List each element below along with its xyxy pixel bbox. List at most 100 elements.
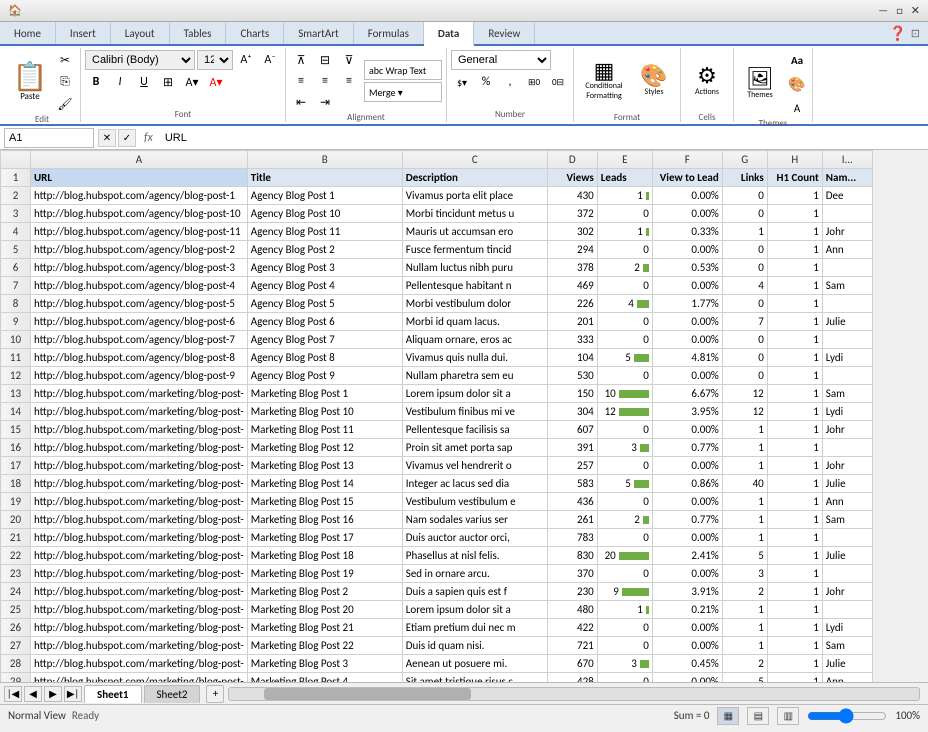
underline-button[interactable]: U bbox=[133, 72, 155, 92]
cell-row4-col1[interactable]: Agency Blog Post 11 bbox=[247, 223, 402, 241]
theme-color-btn[interactable]: 🎨 bbox=[786, 74, 808, 94]
cell-row25-col4[interactable]: 1 bbox=[597, 601, 652, 619]
cell-row12-col6[interactable]: 0 bbox=[722, 367, 767, 385]
cancel-formula-btn[interactable]: ✕ bbox=[98, 129, 116, 147]
formula-input[interactable] bbox=[161, 131, 924, 145]
cell-row29-col7[interactable]: 1 bbox=[767, 673, 822, 683]
cell-row21-col0[interactable]: http://blog.hubspot.com/marketing/blog-p… bbox=[31, 529, 248, 547]
cell-row9-col8[interactable]: Julie bbox=[822, 313, 872, 331]
cell-row7-col4[interactable]: 0 bbox=[597, 277, 652, 295]
cell-row16-col0[interactable]: http://blog.hubspot.com/marketing/blog-p… bbox=[31, 439, 248, 457]
cell-row14-col6[interactable]: 12 bbox=[722, 403, 767, 421]
format-painter-button[interactable]: 🖌 bbox=[54, 94, 76, 114]
font-name-select[interactable]: Calibri (Body) bbox=[85, 50, 195, 70]
cell-row24-col3[interactable]: 230 bbox=[547, 583, 597, 601]
cell-row23-col2[interactable]: Sed in ornare arcu. bbox=[402, 565, 547, 583]
page-layout-btn[interactable]: ▤ bbox=[747, 707, 769, 725]
cell-row6-col8[interactable] bbox=[822, 259, 872, 277]
cell-D1[interactable]: Views bbox=[547, 169, 597, 187]
cell-row6-col4[interactable]: 2 bbox=[597, 259, 652, 277]
cell-row16-col5[interactable]: 0.77% bbox=[652, 439, 722, 457]
cell-row19-col2[interactable]: Vestibulum vestibulum e bbox=[402, 493, 547, 511]
cell-C1[interactable]: Description bbox=[402, 169, 547, 187]
cell-row10-col1[interactable]: Agency Blog Post 7 bbox=[247, 331, 402, 349]
cell-row29-col6[interactable]: 5 bbox=[722, 673, 767, 683]
cell-row21-col4[interactable]: 0 bbox=[597, 529, 652, 547]
cell-row9-col6[interactable]: 7 bbox=[722, 313, 767, 331]
cell-row28-col8[interactable]: Julie bbox=[822, 655, 872, 673]
cell-row13-col5[interactable]: 6.67% bbox=[652, 385, 722, 403]
cell-row25-col1[interactable]: Marketing Blog Post 20 bbox=[247, 601, 402, 619]
cell-row9-col4[interactable]: 0 bbox=[597, 313, 652, 331]
cell-row11-col0[interactable]: http://blog.hubspot.com/agency/blog-post… bbox=[31, 349, 248, 367]
cell-row27-col4[interactable]: 0 bbox=[597, 637, 652, 655]
cell-reference-box[interactable] bbox=[4, 128, 94, 148]
cell-row24-col1[interactable]: Marketing Blog Post 2 bbox=[247, 583, 402, 601]
cell-row2-col3[interactable]: 430 bbox=[547, 187, 597, 205]
cell-F1[interactable]: View to Lead bbox=[652, 169, 722, 187]
cell-row18-col1[interactable]: Marketing Blog Post 14 bbox=[247, 475, 402, 493]
sheet-tab-sheet2[interactable]: Sheet2 bbox=[144, 685, 201, 703]
cell-G1[interactable]: Links bbox=[722, 169, 767, 187]
col-header-G[interactable]: G bbox=[722, 151, 767, 169]
tab-insert[interactable]: Insert bbox=[56, 22, 111, 44]
confirm-formula-btn[interactable]: ✓ bbox=[118, 129, 136, 147]
cell-row17-col6[interactable]: 1 bbox=[722, 457, 767, 475]
cell-row22-col7[interactable]: 1 bbox=[767, 547, 822, 565]
cell-row21-col6[interactable]: 1 bbox=[722, 529, 767, 547]
cell-row20-col5[interactable]: 0.77% bbox=[652, 511, 722, 529]
cell-row9-col2[interactable]: Morbi id quam lacus. bbox=[402, 313, 547, 331]
cell-row21-col7[interactable]: 1 bbox=[767, 529, 822, 547]
cell-row15-col0[interactable]: http://blog.hubspot.com/marketing/blog-p… bbox=[31, 421, 248, 439]
cell-row15-col7[interactable]: 1 bbox=[767, 421, 822, 439]
cell-row3-col3[interactable]: 372 bbox=[547, 205, 597, 223]
cell-row18-col5[interactable]: 0.86% bbox=[652, 475, 722, 493]
cell-row27-col1[interactable]: Marketing Blog Post 22 bbox=[247, 637, 402, 655]
cell-row12-col2[interactable]: Nullam pharetra sem eu bbox=[402, 367, 547, 385]
cell-row7-col2[interactable]: Pellentesque habitant n bbox=[402, 277, 547, 295]
cell-row23-col4[interactable]: 0 bbox=[597, 565, 652, 583]
cell-row28-col4[interactable]: 3 bbox=[597, 655, 652, 673]
copy-button[interactable]: ⎘ bbox=[54, 72, 76, 92]
cell-row4-col4[interactable]: 1 bbox=[597, 223, 652, 241]
align-left-btn[interactable]: ≡ bbox=[290, 71, 312, 91]
cell-B1[interactable]: Title bbox=[247, 169, 402, 187]
cell-row22-col3[interactable]: 830 bbox=[547, 547, 597, 565]
tab-layout[interactable]: Layout bbox=[111, 22, 170, 44]
sheet-area[interactable]: A B C D E F G H I... 1 URL Title Descrip… bbox=[0, 150, 928, 682]
cell-A1[interactable]: URL bbox=[31, 169, 248, 187]
styles-button[interactable]: 🎨 Styles bbox=[632, 50, 676, 112]
cell-row13-col6[interactable]: 12 bbox=[722, 385, 767, 403]
cell-row27-col5[interactable]: 0.00% bbox=[652, 637, 722, 655]
cell-row15-col6[interactable]: 1 bbox=[722, 421, 767, 439]
cell-row15-col4[interactable]: 0 bbox=[597, 421, 652, 439]
cell-row29-col2[interactable]: Sit amet tristique risus c bbox=[402, 673, 547, 683]
cell-row29-col1[interactable]: Marketing Blog Post 4 bbox=[247, 673, 402, 683]
cell-row23-col8[interactable] bbox=[822, 565, 872, 583]
tab-review[interactable]: Review bbox=[474, 22, 535, 44]
cell-row20-col4[interactable]: 2 bbox=[597, 511, 652, 529]
tab-formulas[interactable]: Formulas bbox=[354, 22, 424, 44]
cell-row8-col1[interactable]: Agency Blog Post 5 bbox=[247, 295, 402, 313]
cell-row6-col2[interactable]: Nullam luctus nibh puru bbox=[402, 259, 547, 277]
cell-row7-col5[interactable]: 0.00% bbox=[652, 277, 722, 295]
cell-row22-col8[interactable]: Julie bbox=[822, 547, 872, 565]
col-header-B[interactable]: B bbox=[247, 151, 402, 169]
cell-row29-col5[interactable]: 0.00% bbox=[652, 673, 722, 683]
cell-row20-col8[interactable]: Sam bbox=[822, 511, 872, 529]
cell-row25-col0[interactable]: http://blog.hubspot.com/marketing/blog-p… bbox=[31, 601, 248, 619]
cell-row2-col6[interactable]: 0 bbox=[722, 187, 767, 205]
cell-row16-col3[interactable]: 391 bbox=[547, 439, 597, 457]
cell-row18-col8[interactable]: Julie bbox=[822, 475, 872, 493]
conditional-formatting-button[interactable]: ▦ Conditional Formatting bbox=[578, 50, 630, 112]
cell-row28-col7[interactable]: 1 bbox=[767, 655, 822, 673]
cell-row10-col5[interactable]: 0.00% bbox=[652, 331, 722, 349]
cell-row5-col0[interactable]: http://blog.hubspot.com/agency/blog-post… bbox=[31, 241, 248, 259]
cell-row20-col2[interactable]: Nam sodales varius ser bbox=[402, 511, 547, 529]
cell-row8-col4[interactable]: 4 bbox=[597, 295, 652, 313]
cell-row9-col3[interactable]: 201 bbox=[547, 313, 597, 331]
cell-row21-col8[interactable] bbox=[822, 529, 872, 547]
cell-row20-col7[interactable]: 1 bbox=[767, 511, 822, 529]
cell-row2-col8[interactable]: Dee bbox=[822, 187, 872, 205]
cell-row12-col0[interactable]: http://blog.hubspot.com/agency/blog-post… bbox=[31, 367, 248, 385]
